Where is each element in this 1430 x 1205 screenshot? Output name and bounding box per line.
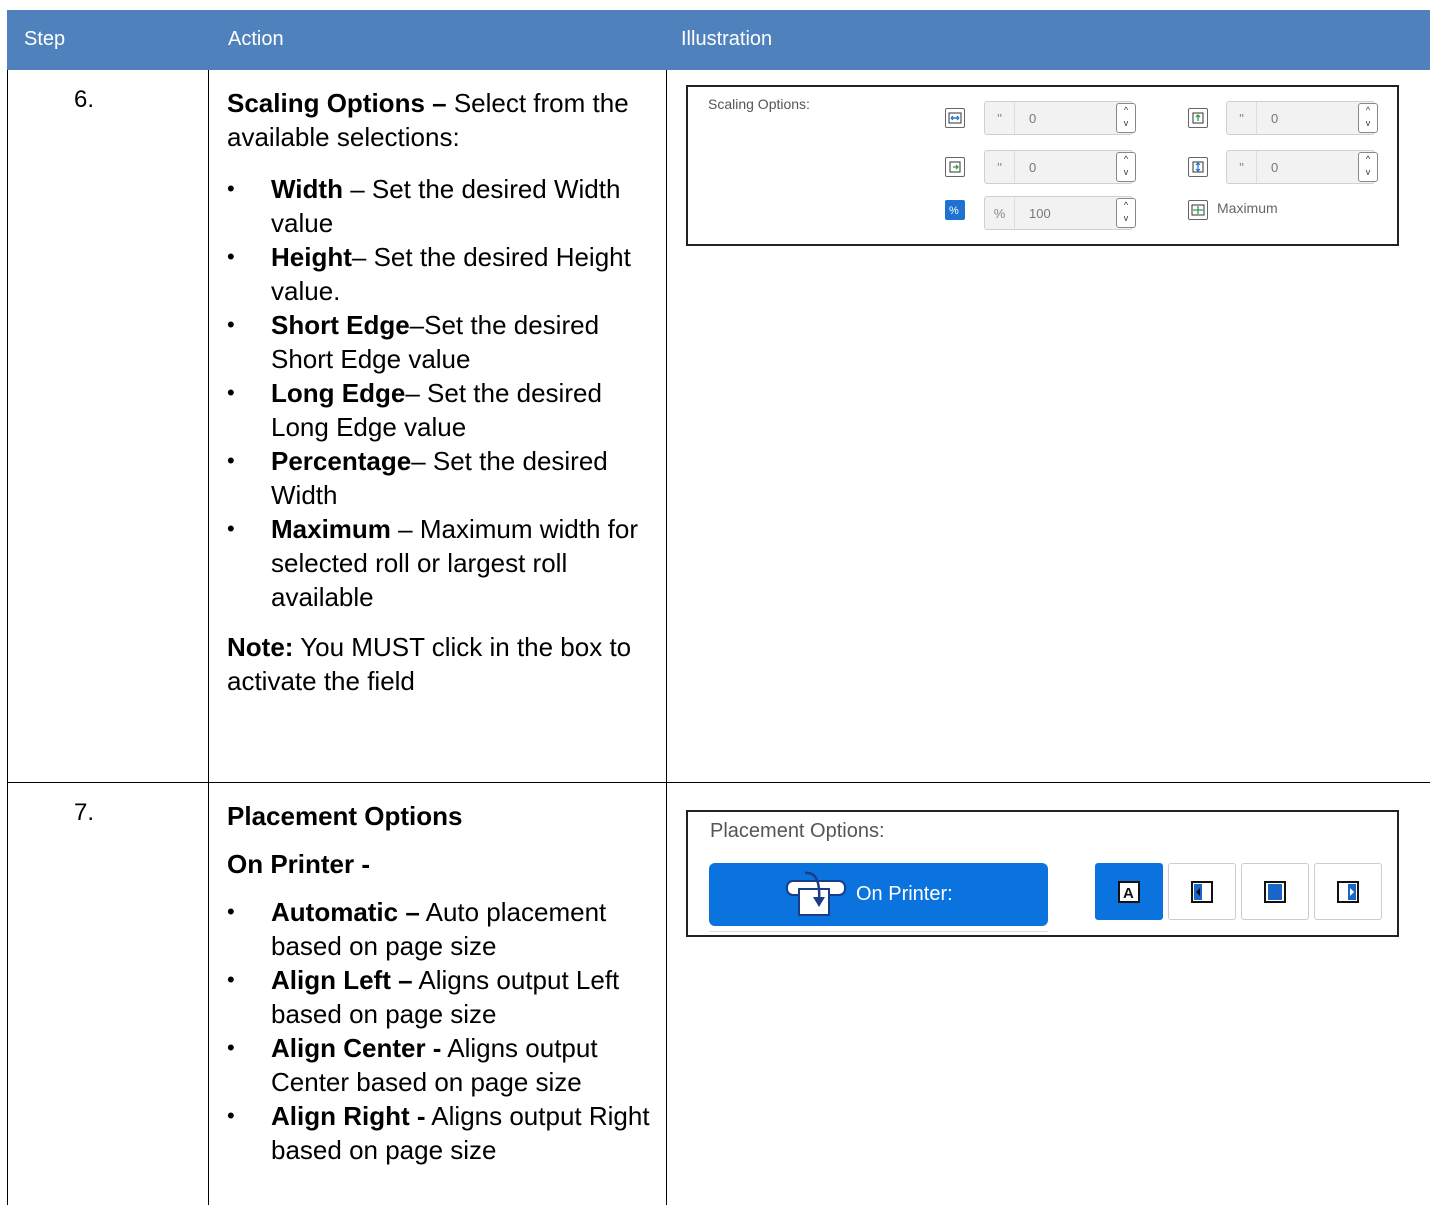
placement-options-panel: Placement Options: On Printer: A bbox=[686, 810, 1399, 937]
height-icon[interactable] bbox=[1188, 108, 1208, 128]
on-printer-button[interactable]: On Printer: bbox=[709, 863, 1048, 926]
list-item: Maximum – Maximum width for selected rol… bbox=[227, 512, 659, 614]
align-left-button[interactable] bbox=[1168, 863, 1236, 920]
width-field[interactable]: " 0 bbox=[984, 101, 1133, 135]
long-edge-spinner[interactable]: ^ v bbox=[1358, 152, 1378, 182]
divider bbox=[709, 931, 1048, 932]
short-edge-icon[interactable] bbox=[945, 157, 965, 177]
table-header: Step Action Illustration bbox=[7, 10, 1430, 70]
long-edge-icon[interactable] bbox=[1188, 157, 1208, 177]
step-number-7: 7. bbox=[74, 799, 95, 826]
scaling-options-label: Scaling Options: bbox=[708, 96, 810, 112]
column-divider-2 bbox=[666, 70, 667, 1205]
width-spinner[interactable]: ^ v bbox=[1116, 103, 1136, 133]
on-printer-subtitle: On Printer - bbox=[227, 849, 371, 879]
printer-icon bbox=[786, 871, 846, 916]
height-spinner[interactable]: ^ v bbox=[1358, 103, 1378, 133]
align-center-icon bbox=[1264, 880, 1286, 903]
long-edge-field[interactable]: " 0 bbox=[1226, 150, 1375, 184]
scaling-intro: Scaling Options – Select from the availa… bbox=[227, 88, 629, 152]
align-right-button[interactable] bbox=[1314, 863, 1382, 920]
percentage-icon[interactable]: % bbox=[945, 200, 965, 220]
maximum-label: Maximum bbox=[1217, 200, 1278, 216]
action-cell-7: Placement Options On Printer - Automatic… bbox=[227, 799, 659, 1167]
placement-bullet-list: Automatic – Auto placement based on page… bbox=[227, 895, 659, 1167]
list-item: Align Left – Aligns output Left based on… bbox=[227, 963, 659, 1031]
align-center-button[interactable] bbox=[1241, 863, 1309, 920]
height-field[interactable]: " 0 bbox=[1226, 101, 1375, 135]
list-item: Height– Set the desired Height value. bbox=[227, 240, 659, 308]
align-left-icon bbox=[1191, 880, 1213, 903]
svg-text:%: % bbox=[949, 205, 959, 217]
percentage-spinner[interactable]: ^ v bbox=[1116, 198, 1136, 228]
table-border-left bbox=[7, 70, 8, 1205]
short-edge-spinner[interactable]: ^ v bbox=[1116, 152, 1136, 182]
short-edge-field[interactable]: " 0 bbox=[984, 150, 1133, 184]
maximum-icon[interactable] bbox=[1188, 200, 1208, 220]
list-item: Width – Set the desired Width value bbox=[227, 172, 659, 240]
align-automatic-button[interactable]: A bbox=[1095, 863, 1163, 920]
align-right-icon bbox=[1337, 880, 1359, 903]
note-text: Note: You MUST click in the box to activ… bbox=[227, 632, 632, 696]
svg-text:A: A bbox=[1123, 885, 1134, 902]
list-item: Automatic – Auto placement based on page… bbox=[227, 895, 659, 963]
header-illustration: Illustration bbox=[681, 28, 773, 50]
row-divider bbox=[7, 782, 1430, 783]
width-icon[interactable] bbox=[945, 108, 965, 128]
align-automatic-icon: A bbox=[1118, 880, 1140, 903]
list-item: Align Center - Aligns output Center base… bbox=[227, 1031, 659, 1099]
scaling-options-panel: Scaling Options: " 0 ^ v " 0 ^ v % % 100 ^… bbox=[686, 85, 1399, 246]
list-item: Align Right - Aligns output Right based … bbox=[227, 1099, 659, 1167]
placement-options-label: Placement Options: bbox=[710, 820, 885, 842]
list-item: Short Edge–Set the desired Short Edge va… bbox=[227, 308, 659, 376]
column-divider-1 bbox=[208, 70, 209, 1205]
placement-title: Placement Options bbox=[227, 801, 463, 831]
header-action: Action bbox=[228, 28, 284, 50]
list-item: Percentage– Set the desired Width bbox=[227, 444, 659, 512]
scaling-bullet-list: Width – Set the desired Width value Heig… bbox=[227, 172, 659, 614]
action-cell-6: Scaling Options – Select from the availa… bbox=[227, 86, 659, 698]
step-number-6: 6. bbox=[74, 86, 95, 113]
list-item: Long Edge– Set the desired Long Edge val… bbox=[227, 376, 659, 444]
header-step: Step bbox=[24, 28, 66, 50]
on-printer-label: On Printer: bbox=[856, 883, 953, 905]
percentage-field[interactable]: % 100 bbox=[984, 196, 1133, 230]
